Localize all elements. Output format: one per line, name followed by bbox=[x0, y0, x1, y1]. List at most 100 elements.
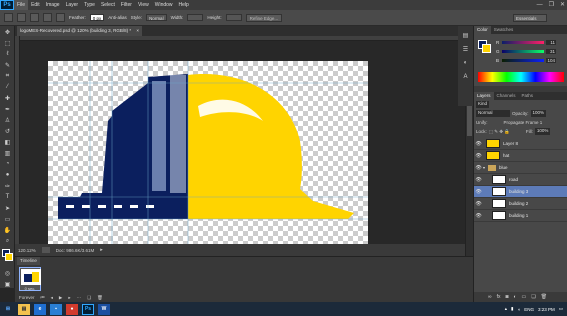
document-canvas[interactable] bbox=[48, 61, 368, 250]
menu-window[interactable]: Window bbox=[152, 0, 176, 10]
tab-color[interactable]: Color bbox=[474, 26, 491, 34]
new-group-icon[interactable]: ▭ bbox=[522, 294, 527, 300]
propagate-checkbox[interactable]: Propagate Frame 1 bbox=[504, 120, 543, 125]
loop-select[interactable]: Forever bbox=[19, 295, 35, 301]
timeline-frame-1[interactable]: 0 sec. bbox=[19, 267, 41, 291]
minimize-icon[interactable]: — bbox=[537, 0, 543, 10]
tab-paths[interactable]: Paths bbox=[519, 92, 537, 100]
layer-group-row[interactable]: 👁 ▾ blue bbox=[474, 162, 567, 174]
history-panel-icon[interactable]: ▤ bbox=[460, 30, 471, 40]
layer-row[interactable]: 👁 road bbox=[474, 174, 567, 186]
visibility-eye-icon[interactable]: 👁 bbox=[474, 141, 483, 147]
visibility-eye-icon[interactable]: 👁 bbox=[474, 189, 483, 195]
opacity-input[interactable]: 100% bbox=[530, 110, 547, 117]
photoshop-taskbar-icon[interactable]: Ps bbox=[82, 303, 94, 315]
quick-mask-icon[interactable]: ◎ bbox=[2, 268, 13, 278]
layer-row-selected[interactable]: 👁 building 3 bbox=[474, 186, 567, 198]
status-arrow-icon[interactable]: ▸ bbox=[100, 247, 103, 253]
layer-row[interactable]: 👁 building 1 bbox=[474, 210, 567, 222]
feather-input[interactable]: 0 px bbox=[89, 14, 105, 21]
type-tool-icon[interactable]: T bbox=[2, 192, 13, 202]
visibility-eye-icon[interactable]: 👁 bbox=[474, 201, 483, 207]
refine-edge-button[interactable]: Refine Edge... bbox=[245, 13, 283, 22]
timeline-tab[interactable]: Timeline bbox=[17, 257, 40, 265]
prev-frame-icon[interactable]: ◂ bbox=[51, 295, 53, 301]
hand-tool-icon[interactable]: ✋ bbox=[2, 225, 13, 235]
visibility-eye-icon[interactable]: 👁 bbox=[474, 165, 483, 171]
tray-arrow-icon[interactable]: ▴ bbox=[505, 306, 507, 312]
add-selection-icon[interactable] bbox=[30, 13, 39, 22]
browser-icon[interactable]: e bbox=[34, 303, 46, 315]
blue-slider[interactable]: B 104 bbox=[496, 58, 564, 63]
layer-row[interactable]: 👁 building 2 bbox=[474, 198, 567, 210]
lasso-tool-icon[interactable]: ℓ bbox=[2, 49, 13, 59]
workspace-select[interactable]: Essentials bbox=[513, 14, 547, 22]
new-selection-icon[interactable] bbox=[17, 13, 26, 22]
background-color[interactable] bbox=[5, 253, 13, 261]
red-slider[interactable]: R 11 bbox=[496, 40, 564, 45]
close-icon[interactable]: ✕ bbox=[560, 0, 565, 10]
menu-help[interactable]: Help bbox=[176, 0, 192, 10]
blend-mode-select[interactable]: Normal bbox=[476, 110, 510, 117]
tab-layers[interactable]: Layers bbox=[474, 92, 494, 100]
group-expand-icon[interactable]: ▾ bbox=[483, 165, 485, 170]
style-select[interactable]: Normal bbox=[146, 14, 167, 21]
layer-row[interactable]: 👁 Layer 8 bbox=[474, 138, 567, 150]
dodge-tool-icon[interactable]: ● bbox=[2, 170, 13, 180]
visibility-eye-icon[interactable]: 👁 bbox=[474, 153, 483, 159]
tween-icon[interactable]: ⋯ bbox=[77, 295, 82, 301]
frame-delay[interactable]: 0 sec. bbox=[20, 286, 40, 291]
subtract-selection-icon[interactable] bbox=[43, 13, 52, 22]
close-tab-icon[interactable]: × bbox=[136, 28, 139, 33]
app-icon-2[interactable]: ● bbox=[66, 303, 78, 315]
color-spectrum[interactable] bbox=[478, 72, 564, 82]
next-frame-icon[interactable]: ▸ bbox=[68, 295, 70, 301]
document-tab[interactable]: logoMES-Recovered.psd @ 120% (building 3… bbox=[17, 26, 143, 36]
quick-select-tool-icon[interactable]: ✎ bbox=[2, 60, 13, 70]
color-background-swatch[interactable] bbox=[482, 44, 491, 53]
gradient-tool-icon[interactable]: ▥ bbox=[2, 148, 13, 158]
green-slider[interactable]: G 31 bbox=[496, 49, 564, 54]
menu-filter[interactable]: Filter bbox=[118, 0, 135, 10]
vertical-ruler[interactable] bbox=[15, 36, 20, 244]
green-value[interactable]: 31 bbox=[546, 49, 556, 54]
zoom-level[interactable]: 120.12% bbox=[18, 248, 36, 253]
fill-input[interactable]: 100% bbox=[534, 128, 551, 135]
adjustment-layer-icon[interactable]: ◐ bbox=[514, 294, 517, 300]
color-swatches[interactable] bbox=[1, 249, 13, 265]
red-value[interactable]: 11 bbox=[546, 40, 556, 45]
menu-layer[interactable]: Layer bbox=[63, 0, 82, 10]
zoom-tool-icon[interactable]: ⌕ bbox=[2, 236, 13, 246]
volume-icon[interactable]: ◖ bbox=[517, 307, 520, 312]
brush-tool-icon[interactable]: ✒ bbox=[2, 104, 13, 114]
width-input[interactable] bbox=[187, 14, 204, 21]
stamp-tool-icon[interactable]: ♙ bbox=[2, 115, 13, 125]
menu-file[interactable]: File bbox=[14, 0, 29, 10]
network-icon[interactable]: ▮ bbox=[511, 306, 513, 312]
delete-layer-icon[interactable]: 🗑 bbox=[541, 294, 547, 300]
layer-style-icon[interactable]: fx bbox=[497, 294, 501, 300]
lock-icons[interactable]: ⬚ ✎ ✥ 🔒 bbox=[489, 129, 510, 135]
screen-mode-icon[interactable]: ▣ bbox=[2, 279, 13, 289]
character-panel-icon[interactable]: A bbox=[460, 72, 471, 82]
path-select-tool-icon[interactable]: ➤ bbox=[2, 203, 13, 213]
menu-image[interactable]: Image bbox=[43, 0, 63, 10]
duplicate-frame-icon[interactable]: ❑ bbox=[87, 295, 91, 301]
horizontal-ruler[interactable] bbox=[15, 36, 465, 41]
new-layer-icon[interactable]: ❏ bbox=[531, 294, 535, 300]
eraser-tool-icon[interactable]: ◧ bbox=[2, 137, 13, 147]
intersect-selection-icon[interactable] bbox=[56, 13, 65, 22]
pen-tool-icon[interactable]: ✑ bbox=[2, 181, 13, 191]
height-input[interactable] bbox=[225, 14, 242, 21]
link-layers-icon[interactable]: ∞ bbox=[488, 294, 492, 300]
marquee-tool-icon[interactable]: ⬚ bbox=[2, 38, 13, 48]
properties-panel-icon[interactable]: ☰ bbox=[460, 44, 471, 54]
menu-edit[interactable]: Edit bbox=[28, 0, 43, 10]
play-icon[interactable]: ▶ bbox=[59, 295, 62, 301]
history-brush-icon[interactable]: ↺ bbox=[2, 126, 13, 136]
menu-select[interactable]: Select bbox=[98, 0, 118, 10]
blue-value[interactable]: 104 bbox=[546, 58, 556, 63]
restore-icon[interactable]: ❐ bbox=[549, 0, 554, 10]
layer-kind-select[interactable]: Kind bbox=[476, 101, 490, 108]
move-tool-icon[interactable]: ✥ bbox=[2, 27, 13, 37]
